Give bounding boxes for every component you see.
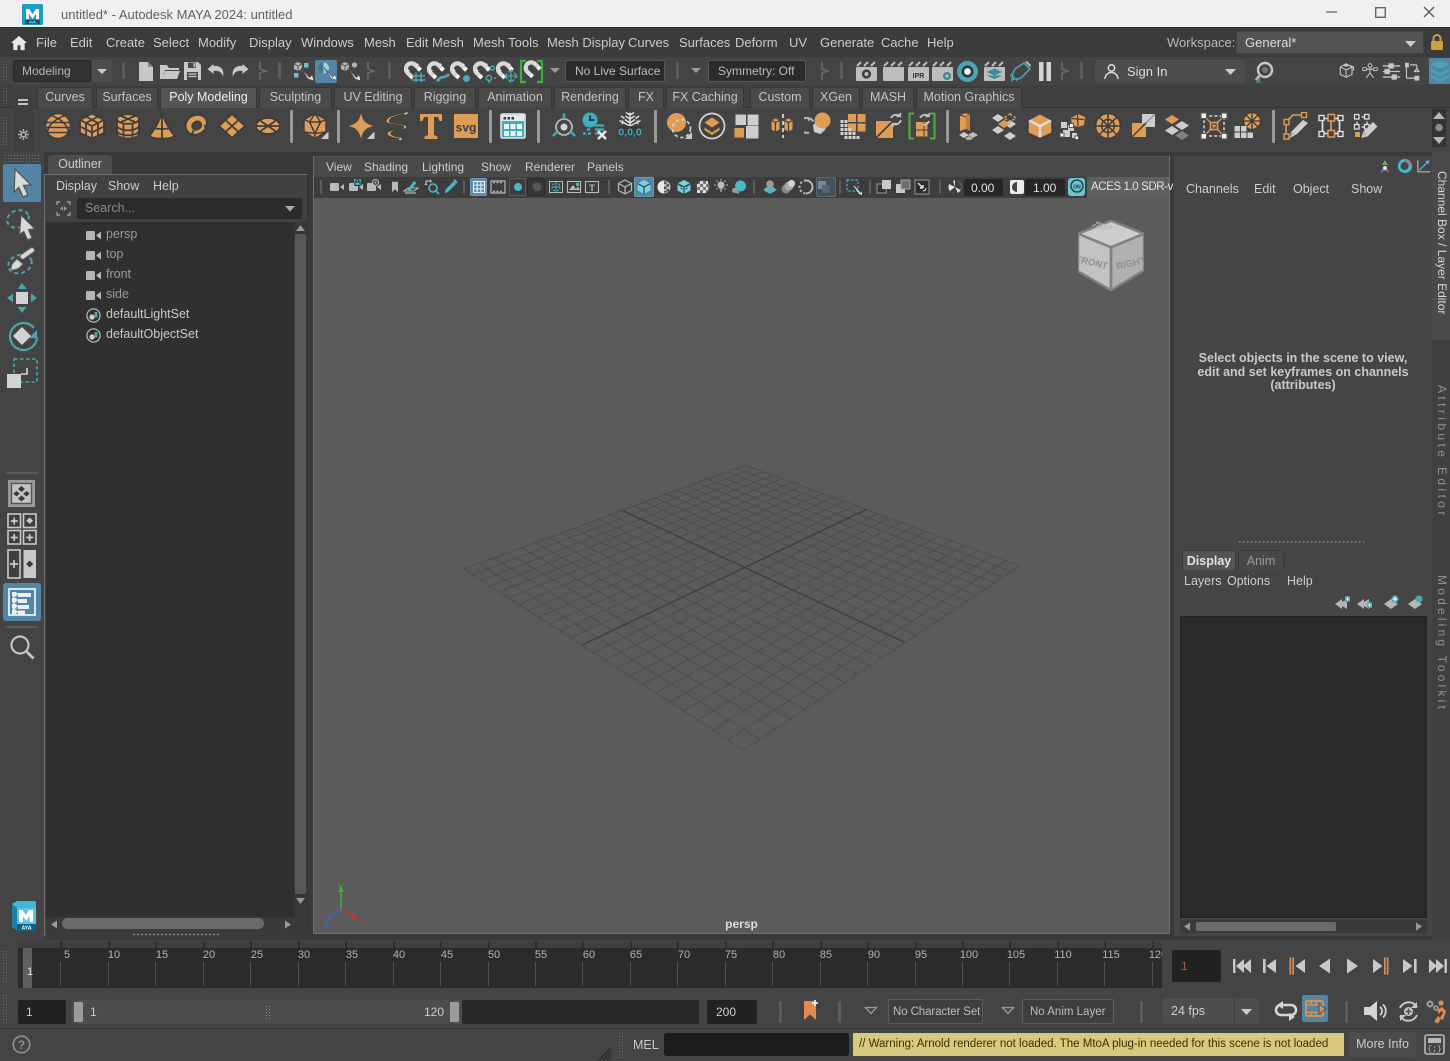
svg-text:y: y — [338, 881, 343, 892]
svg-text:?: ? — [18, 1038, 25, 1052]
svg-text:AYA: AYA — [22, 926, 32, 932]
svg-text:IPR: IPR — [913, 73, 925, 80]
svg-text:0,0,0: 0,0,0 — [618, 127, 642, 139]
svg-text:AYA: AYA — [29, 20, 36, 24]
svg-text:svg: svg — [456, 121, 477, 135]
svg-text:ON: ON — [1073, 185, 1081, 191]
svg-text:{;}: {;} — [1427, 1045, 1441, 1054]
svg-text:x: x — [1256, 75, 1261, 84]
svg-text:T: T — [589, 183, 595, 194]
